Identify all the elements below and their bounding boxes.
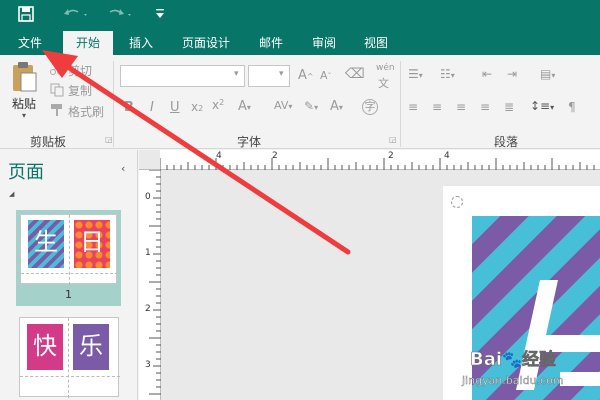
annotation-arrow (42, 50, 351, 255)
